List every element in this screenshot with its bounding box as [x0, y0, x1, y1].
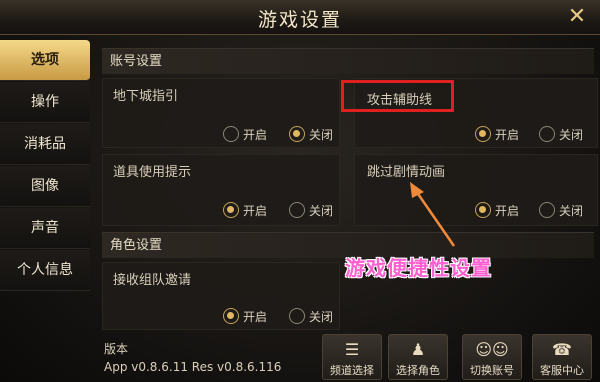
close-icon[interactable]: ✕	[564, 4, 590, 30]
select-character-button[interactable]: ♟ 选择角色	[388, 334, 448, 380]
annotation-arrow-icon	[410, 182, 456, 247]
radio-label: 开启	[495, 127, 520, 142]
setting-skip-cutscene: 跳过剧情动画 开启 关闭	[354, 154, 598, 226]
title-bar: 游戏设置 ✕	[0, 0, 600, 35]
radio-label: 开启	[243, 127, 268, 142]
radio-dot-icon	[539, 126, 555, 142]
version-text: App v0.8.6.11 Res v0.8.6.116	[104, 360, 282, 374]
radio-dot-icon	[539, 202, 555, 218]
tab-consumables[interactable]: 消耗品	[0, 124, 90, 165]
radio-label: 开启	[243, 203, 268, 218]
radio-on[interactable]: 开启	[223, 123, 267, 145]
radio-off[interactable]: 关闭	[539, 199, 583, 221]
setting-label: 地下城指引	[113, 89, 179, 104]
radio-label: 关闭	[559, 127, 584, 142]
radio-on[interactable]: 开启	[475, 199, 519, 221]
radio-dot-icon	[223, 202, 239, 218]
users-icon: ☺☺	[475, 340, 509, 359]
radio-on[interactable]: 开启	[223, 199, 267, 221]
setting-label: 跳过剧情动画	[367, 165, 446, 180]
radio-dot-icon	[223, 126, 239, 142]
radio-label: 关闭	[309, 203, 334, 218]
radio-off[interactable]: 关闭	[539, 123, 583, 145]
support-icon: ☎	[552, 340, 572, 359]
button-label: 客服中心	[540, 364, 584, 377]
annotation-text: 游戏便捷性设置	[345, 256, 492, 280]
radio-dot-icon	[289, 202, 305, 218]
switch-account-button[interactable]: ☺☺ 切换账号	[462, 334, 522, 380]
settings-window: 游戏设置 ✕ 选项 操作 消耗品 图像 声音 个人信息 账号设置 地下城指引 开…	[0, 0, 600, 382]
radio-label: 关闭	[559, 203, 584, 218]
radio-on[interactable]: 开启	[223, 305, 267, 327]
radio-on[interactable]: 开启	[475, 123, 519, 145]
radio-off[interactable]: 关闭	[289, 123, 333, 145]
radio-label: 关闭	[309, 127, 334, 142]
list-icon: ☰	[344, 340, 360, 359]
button-label: 选择角色	[396, 364, 440, 377]
setting-label: 道具使用提示	[113, 165, 192, 180]
tab-graphics[interactable]: 图像	[0, 166, 90, 207]
channel-select-button[interactable]: ☰ 频道选择	[322, 334, 382, 380]
tab-sound[interactable]: 声音	[0, 208, 90, 249]
tab-controls[interactable]: 操作	[0, 82, 90, 123]
radio-dot-icon	[289, 126, 305, 142]
button-label: 频道选择	[330, 364, 374, 377]
setting-team-invite: 接收组队邀请 开启 关闭	[102, 262, 340, 330]
radio-off[interactable]: 关闭	[289, 305, 333, 327]
highlight-box	[341, 80, 454, 112]
radio-dot-icon	[475, 126, 491, 142]
settings-sidebar: 选项 操作 消耗品 图像 声音 个人信息	[0, 40, 90, 340]
window-title: 游戏设置	[257, 9, 342, 31]
button-label: 切换账号	[470, 364, 514, 377]
section-account-header: 账号设置	[102, 48, 594, 74]
tab-options[interactable]: 选项	[0, 40, 90, 81]
setting-dungeon-guide: 地下城指引 开启 关闭	[102, 78, 340, 148]
radio-label: 开启	[495, 203, 520, 218]
radio-dot-icon	[289, 308, 305, 324]
tab-profile[interactable]: 个人信息	[0, 250, 90, 291]
support-center-button[interactable]: ☎ 客服中心	[532, 334, 592, 380]
character-icon: ♟	[410, 340, 426, 359]
radio-label: 开启	[243, 309, 268, 324]
setting-label: 接收组队邀请	[113, 273, 192, 288]
radio-dot-icon	[223, 308, 239, 324]
setting-item-hint: 道具使用提示 开启 关闭	[102, 154, 340, 226]
version-label: 版本	[104, 342, 129, 356]
radio-dot-icon	[475, 202, 491, 218]
radio-off[interactable]: 关闭	[289, 199, 333, 221]
radio-label: 关闭	[309, 309, 334, 324]
